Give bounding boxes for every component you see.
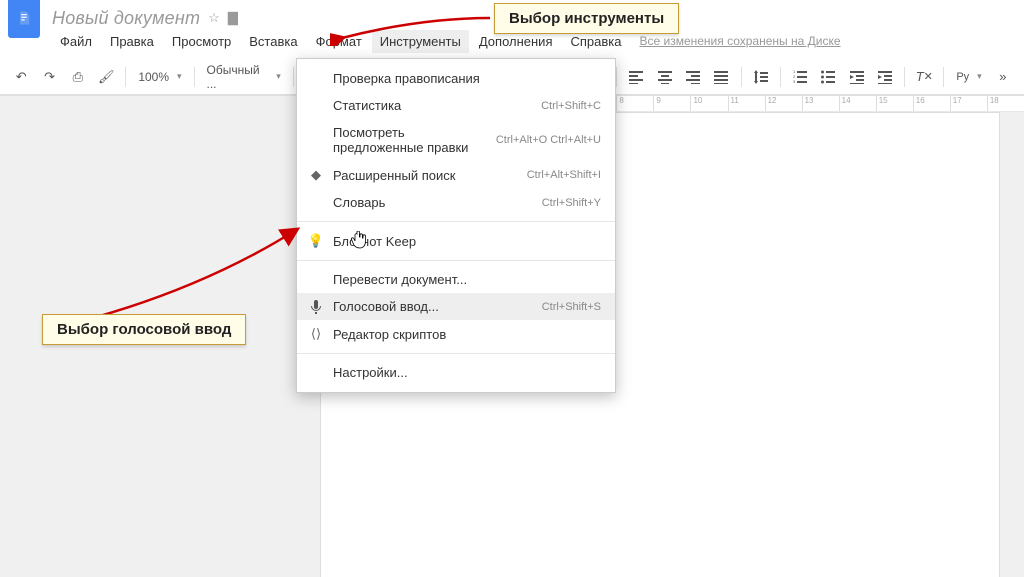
- outdent-icon[interactable]: [843, 63, 869, 91]
- menu-script-editor[interactable]: ⟨⟩ Редактор скриптов: [297, 320, 615, 348]
- docs-logo-icon[interactable]: [8, 0, 40, 38]
- numbered-list-icon[interactable]: 123: [787, 63, 813, 91]
- menu-settings[interactable]: Настройки...: [297, 359, 615, 386]
- menu-edit[interactable]: Правка: [102, 30, 162, 53]
- paragraph-style-select[interactable]: Обычный ...: [200, 63, 286, 91]
- paint-format-icon[interactable]: 🖌: [93, 63, 119, 91]
- star-icon[interactable]: ☆: [208, 10, 220, 26]
- annotation-voice-callout: Выбор голосовой ввод: [42, 314, 246, 345]
- align-right-icon[interactable]: [680, 63, 706, 91]
- menu-spellcheck[interactable]: Проверка правописания: [297, 65, 615, 92]
- menu-insert[interactable]: Вставка: [241, 30, 305, 53]
- document-title[interactable]: Новый документ: [52, 8, 200, 29]
- print-icon[interactable]: ⎙: [65, 63, 91, 91]
- menu-view[interactable]: Просмотр: [164, 30, 239, 53]
- menu-dictionary[interactable]: Словарь Ctrl+Shift+Y: [297, 189, 615, 216]
- align-left-icon[interactable]: [623, 63, 649, 91]
- redo-icon[interactable]: ↷: [36, 63, 62, 91]
- annotation-tools-callout: Выбор инструменты: [494, 3, 679, 34]
- clear-format-icon[interactable]: T✕: [911, 63, 937, 91]
- undo-icon[interactable]: ↶: [8, 63, 34, 91]
- bullet-list-icon[interactable]: [815, 63, 841, 91]
- menu-file[interactable]: Файл: [52, 30, 100, 53]
- menu-voice-input[interactable]: Голосовой ввод... Ctrl+Shift+S: [297, 293, 615, 320]
- menu-stats[interactable]: Статистика Ctrl+Shift+C: [297, 92, 615, 119]
- input-tools[interactable]: Ру: [950, 63, 987, 91]
- menu-advanced-search[interactable]: ◆ Расширенный поиск Ctrl+Alt+Shift+I: [297, 161, 615, 189]
- explore-icon: ◆: [307, 167, 325, 183]
- indent-icon[interactable]: [872, 63, 898, 91]
- menu-translate[interactable]: Перевести документ...: [297, 266, 615, 293]
- script-icon: ⟨⟩: [307, 326, 325, 342]
- menu-format[interactable]: Формат: [308, 30, 370, 53]
- mic-icon: [307, 300, 325, 314]
- folder-icon[interactable]: ▇: [228, 10, 238, 26]
- align-justify-icon[interactable]: [708, 63, 734, 91]
- line-spacing-icon[interactable]: [747, 63, 773, 91]
- menu-suggested-edits[interactable]: Посмотреть предложенные правки Ctrl+Alt+…: [297, 119, 615, 161]
- menu-keep[interactable]: 💡 Блокнот Keep: [297, 227, 615, 255]
- tools-dropdown: Проверка правописания Статистика Ctrl+Sh…: [296, 58, 616, 393]
- more-icon[interactable]: »: [990, 63, 1016, 91]
- svg-text:3: 3: [793, 79, 796, 84]
- zoom-select[interactable]: 100%: [132, 63, 187, 91]
- keep-icon: 💡: [307, 233, 325, 249]
- align-center-icon[interactable]: [651, 63, 677, 91]
- menu-tools[interactable]: Инструменты: [372, 30, 469, 53]
